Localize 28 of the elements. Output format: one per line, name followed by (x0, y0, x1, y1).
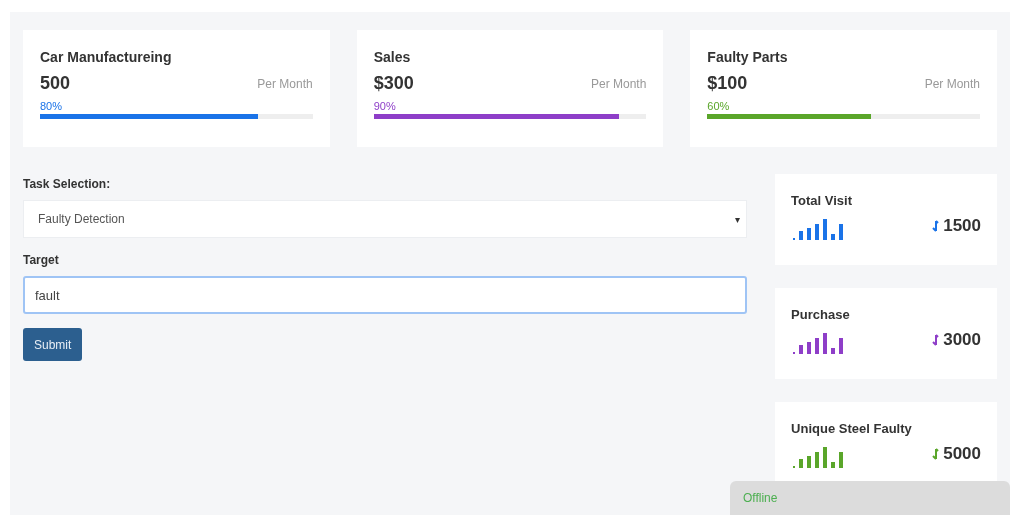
arrow-icon (932, 448, 940, 460)
card-title: Unique Steel Faulty (791, 421, 913, 436)
card-value: $300 (373, 73, 414, 94)
card-title: Sales (373, 49, 412, 65)
target-field[interactable]: fault (23, 276, 748, 314)
percent-label: 60% (707, 100, 730, 112)
card-title: Car Manufactureing (40, 49, 173, 65)
card-value: 5000 (943, 444, 981, 464)
caret-icon: ▾ (735, 213, 741, 225)
percent-label: 90% (373, 100, 396, 112)
card-unit: Per Month (924, 76, 980, 91)
card-unit: Per Month (590, 76, 647, 91)
percent-label: 80% (40, 100, 63, 112)
field-label: Target (23, 253, 59, 267)
card-value: 1500 (943, 216, 981, 236)
arrow-icon (932, 334, 940, 346)
arrow-icon (932, 220, 940, 232)
card-title: Total Visit (791, 193, 854, 208)
card-unit: Per Month (257, 76, 313, 91)
status-label: Offline (743, 491, 778, 505)
card-title: Faulty Parts (707, 49, 789, 65)
card-title: Purchase (791, 307, 851, 322)
card-value: $100 (707, 73, 748, 94)
card-value: 3000 (943, 330, 981, 350)
task-select[interactable]: Faulty Detection ▾ (23, 200, 748, 238)
card-value: 500 (40, 73, 71, 94)
submit-button[interactable]: Submit (23, 328, 83, 361)
field-label: Task Selection: (23, 177, 111, 191)
